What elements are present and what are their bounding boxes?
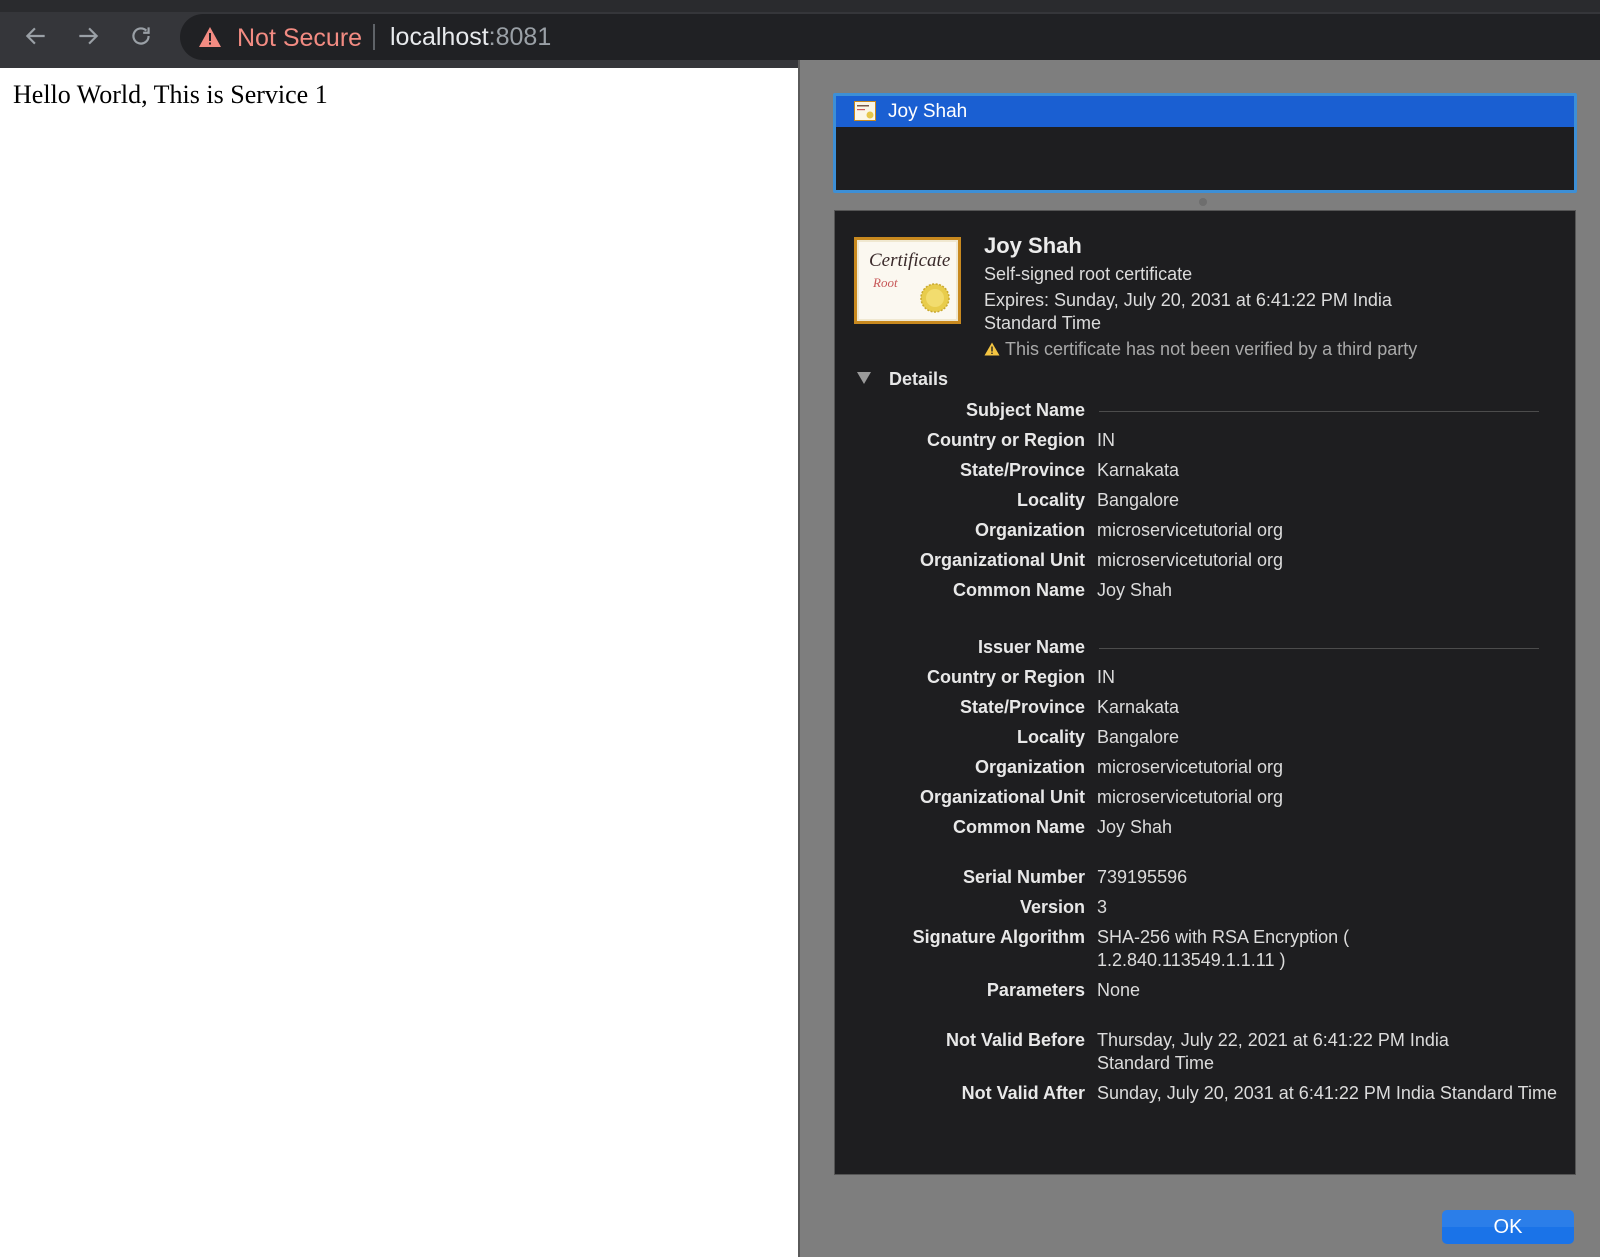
divider: [373, 24, 375, 50]
certificate-details: Certificate Root Joy Shah Self-signed ro…: [834, 210, 1576, 1175]
certificate-warning: This certificate has not been verified b…: [984, 339, 1417, 360]
page-content: Hello World, This is Service 1: [0, 68, 798, 1257]
detail-value: microservicetutorial org: [1097, 787, 1284, 807]
certificate-list[interactable]: Joy Shah: [833, 93, 1577, 193]
address-bar[interactable]: Not Secure localhost:8081: [180, 14, 1600, 60]
detail-key: Organizational Unit: [919, 550, 1085, 570]
detail-value: 3: [1097, 897, 1108, 917]
detail-key: Locality: [1016, 490, 1085, 510]
certificate-viewer: Joy Shah Certificate Root Joy Shah Self-…: [798, 60, 1600, 1257]
detail-key: State/Province: [959, 697, 1085, 717]
split-handle[interactable]: [1199, 198, 1207, 206]
detail-value: microservicetutorial org: [1097, 757, 1284, 777]
detail-value: Joy Shah: [1097, 817, 1173, 837]
clipped-row: [971, 1165, 1091, 1174]
detail-key: Locality: [1016, 727, 1085, 747]
detail-value: IN: [1097, 667, 1115, 687]
details-disclosure[interactable]: Details: [857, 369, 948, 390]
detail-value: Thursday, July 22, 2021 at 6:41:22 PM In…: [1097, 1030, 1449, 1073]
detail-key: Organizational Unit: [919, 787, 1085, 807]
certificate-icon: [854, 101, 876, 121]
detail-value: microservicetutorial org: [1097, 550, 1284, 570]
tab-strip: [0, 0, 1600, 12]
detail-value: None: [1097, 980, 1141, 1000]
url-text[interactable]: localhost:8081: [390, 23, 551, 51]
certificate-name: Joy Shah: [984, 233, 1082, 258]
detail-key: Common Name: [952, 580, 1085, 600]
detail-value: SHA-256 with RSA Encryption ( 1.2.840.11…: [1097, 927, 1350, 970]
detail-value: Sunday, July 20, 2031 at 6:41:22 PM Indi…: [1097, 1083, 1557, 1103]
icon-subtext: Root: [873, 275, 898, 290]
certificate-expiry: Expires: Sunday, July 20, 2031 at 6:41:2…: [984, 290, 1392, 333]
seal-icon: [920, 283, 950, 313]
certificate-list-label: Joy Shah: [888, 101, 968, 122]
certificate-list-item[interactable]: Joy Shah: [836, 96, 1574, 127]
ok-button[interactable]: OK: [1442, 1210, 1574, 1244]
detail-key: Organization: [974, 757, 1085, 777]
detail-key: Serial Number: [962, 867, 1085, 887]
detail-key: Country or Region: [927, 430, 1085, 450]
section-heading: Issuer Name: [977, 637, 1085, 657]
security-status[interactable]: Not Secure: [237, 24, 362, 52]
detail-key: Parameters: [986, 980, 1085, 1000]
certificate-large-icon: Certificate Root: [854, 237, 961, 324]
warning-icon[interactable]: [198, 26, 222, 48]
detail-key: Organization: [974, 520, 1085, 540]
detail-value: 739195596: [1097, 867, 1188, 887]
warning-text: This certificate has not been verified b…: [1005, 339, 1418, 359]
detail-key: State/Province: [959, 460, 1085, 480]
forward-arrow-icon: [79, 27, 99, 45]
url-host: localhost: [390, 23, 489, 51]
details-label: Details: [889, 369, 949, 389]
forward-button[interactable]: [72, 20, 104, 52]
certificate-kind: Self-signed root certificate: [984, 264, 1193, 284]
detail-value: IN: [1097, 430, 1115, 450]
detail-value: Bangalore: [1097, 727, 1180, 747]
detail-value: Bangalore: [1097, 490, 1180, 510]
detail-value: microservicetutorial org: [1097, 520, 1284, 540]
section-divider: [1099, 411, 1539, 412]
detail-key: Signature Algorithm: [912, 927, 1085, 947]
back-arrow-icon: [25, 27, 45, 45]
warning-icon: [984, 342, 1000, 356]
detail-key: Not Valid Before: [945, 1030, 1085, 1050]
section-heading: Subject Name: [965, 400, 1085, 420]
detail-value: Karnakata: [1097, 460, 1180, 480]
url-port: :8081: [488, 23, 552, 51]
icon-text: Certificate: [869, 250, 951, 271]
browser-toolbar: Not Secure localhost:8081: [0, 0, 1600, 68]
section-divider: [1099, 648, 1539, 649]
reload-button[interactable]: [125, 20, 157, 52]
detail-value: Joy Shah: [1097, 580, 1173, 600]
detail-key: Not Valid After: [961, 1083, 1085, 1103]
reload-icon: [132, 27, 150, 45]
back-button[interactable]: [20, 20, 52, 52]
detail-key: Country or Region: [927, 667, 1085, 687]
detail-key: Version: [1019, 897, 1085, 917]
detail-value: Karnakata: [1097, 697, 1180, 717]
detail-key: Common Name: [952, 817, 1085, 837]
page-body-text: Hello World, This is Service 1: [13, 80, 328, 109]
disclosure-triangle-icon: [857, 372, 871, 384]
